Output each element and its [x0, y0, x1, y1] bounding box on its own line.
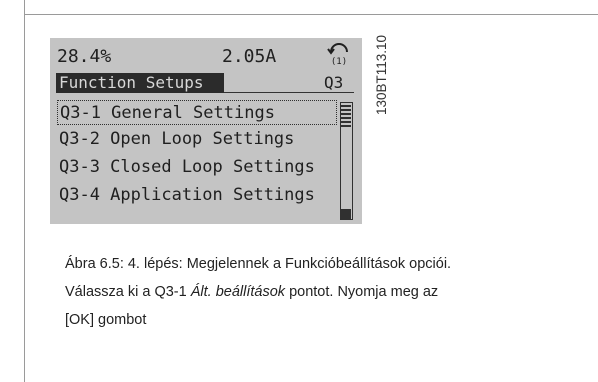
menu-item-general-settings[interactable]: Q3-1 General Settings: [57, 100, 337, 125]
menu-item-open-loop-settings[interactable]: Q3-2 Open Loop Settings: [57, 127, 294, 152]
header-menu-code: Q3: [324, 73, 344, 92]
menu-item-application-settings[interactable]: Q3-4 Application Settings: [57, 183, 315, 208]
caption-line-2-start: Válassza ki a Q3-1: [65, 284, 191, 300]
figure-caption: Ábra 6.5: 4. lépés: Megjelennek a Funkci…: [65, 250, 585, 334]
page-frame-left: [24, 0, 25, 382]
status-current: 2.05A: [222, 46, 277, 67]
lcp-display: 28.4% 2.05A (1) Function Setups Q3 Q3-1 …: [50, 38, 362, 224]
caption-line-2-end: pontot. Nyomja meg az: [285, 284, 439, 300]
page-frame-top: [24, 14, 598, 15]
caption-emphasis: Ált. beállítások: [190, 284, 286, 300]
scrollbar-thumb[interactable]: [341, 103, 351, 127]
setup-1-icon: (1): [327, 43, 348, 67]
figure-code: 130BT113.10: [374, 34, 389, 115]
menu-scrollbar[interactable]: [340, 102, 353, 220]
menu-item-closed-loop-settings[interactable]: Q3-3 Closed Loop Settings: [57, 155, 315, 180]
status-percent: 28.4%: [57, 46, 112, 67]
scroll-down-icon[interactable]: [341, 209, 351, 219]
caption-line-3: [OK] gombot: [65, 312, 147, 328]
caption-line-1: Ábra 6.5: 4. lépés: Megjelennek a Funkci…: [65, 256, 452, 272]
svg-text:(1): (1): [331, 57, 347, 67]
caption-line-2: Válassza ki a Q3-1 Ált. beállítások pont…: [65, 278, 585, 306]
function-setups-header: Function Setups: [56, 73, 224, 93]
